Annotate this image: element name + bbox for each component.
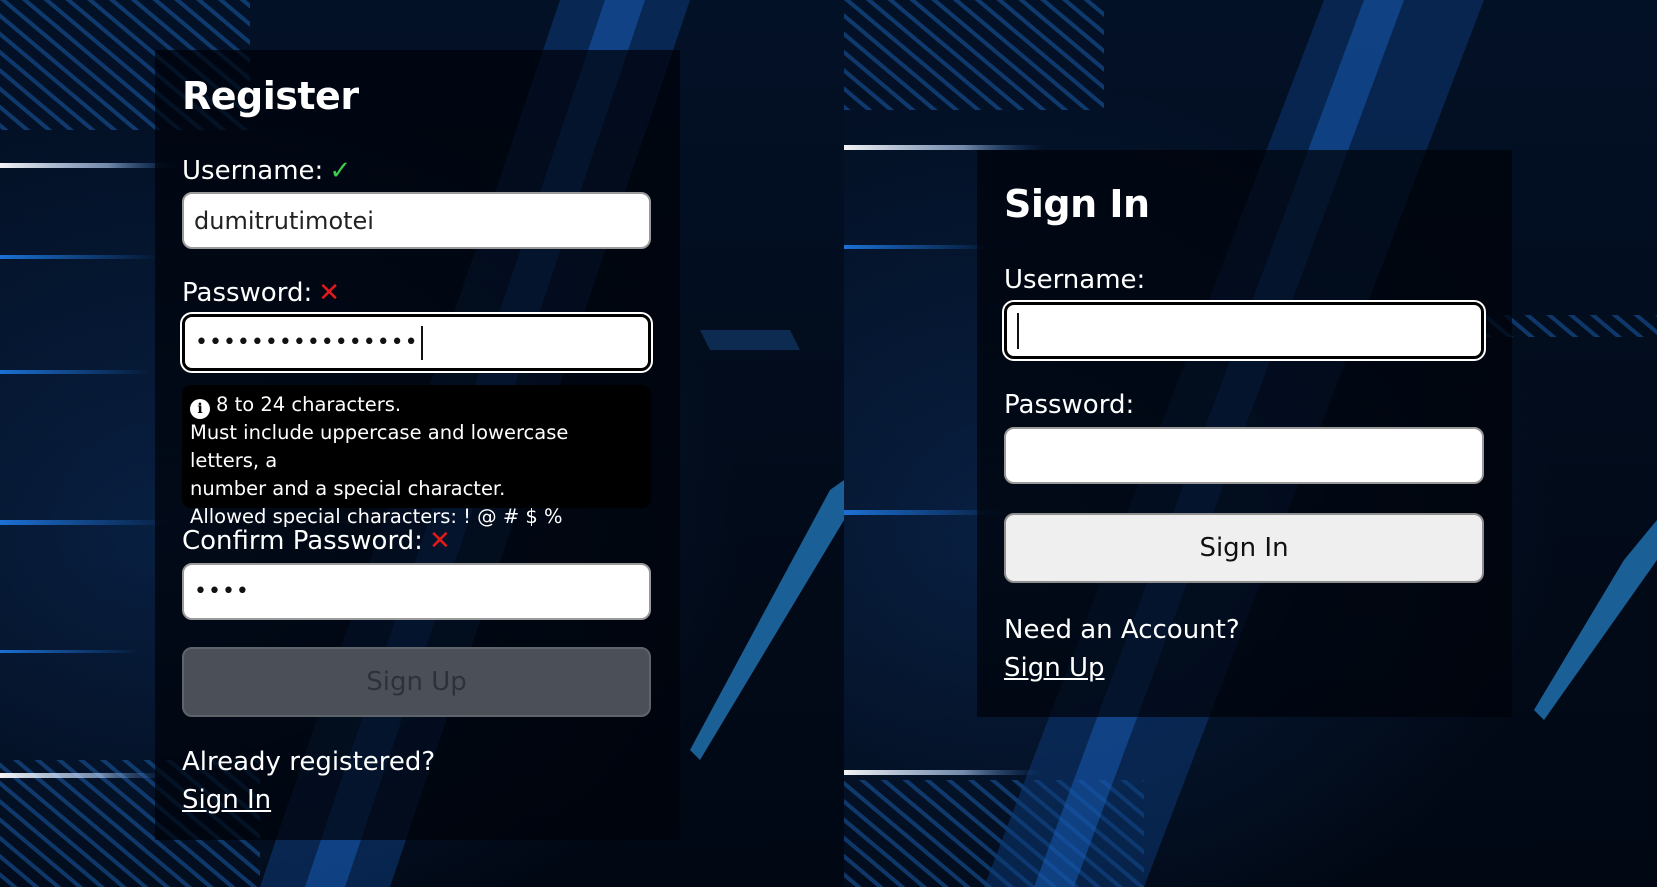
text-caret [420, 325, 423, 360]
username-label: Username: ✓ [182, 156, 351, 186]
password-requirements-note: i 8 to 24 characters. Must include upperc… [182, 385, 651, 528]
hint-line-1: 8 to 24 characters. [216, 393, 402, 416]
register-username-input[interactable]: dumitrutimotei [182, 192, 651, 249]
x-icon: ✕ [318, 278, 340, 308]
signin-password-input[interactable] [1004, 427, 1484, 484]
register-confirm-password-input[interactable]: •••• [182, 563, 651, 620]
hint-line-2: Must include uppercase and lowercase let… [190, 421, 569, 472]
username-label-text: Username: [182, 156, 324, 186]
sign-in-link[interactable]: Sign In [182, 785, 271, 815]
info-icon: i [190, 399, 210, 419]
check-icon: ✓ [329, 156, 352, 186]
register-password-value: •••••••••••••••• [195, 330, 419, 355]
signin-username-input[interactable] [1004, 302, 1484, 359]
sign-in-button[interactable]: Sign In [1004, 513, 1484, 583]
password-label-text: Password: [182, 278, 313, 308]
need-account-text: Need an Account? [1004, 615, 1240, 645]
signin-password-label: Password: [1004, 390, 1135, 420]
password-label: Password: ✕ [182, 278, 340, 308]
register-title: Register [182, 74, 359, 118]
signin-title: Sign In [1004, 182, 1150, 226]
register-confirm-password-value: •••• [194, 579, 250, 604]
signin-username-label: Username: [1004, 265, 1146, 295]
x-icon: ✕ [428, 526, 451, 556]
register-username-value: dumitrutimotei [194, 206, 374, 235]
hint-line-3: number and a special character. [190, 477, 506, 500]
sign-up-link[interactable]: Sign Up [1004, 653, 1105, 683]
register-password-input[interactable]: •••••••••••••••• [182, 314, 651, 371]
confirm-password-label: Confirm Password: ✕ [182, 526, 451, 556]
sign-up-button[interactable]: Sign Up [182, 647, 651, 717]
confirm-password-label-text: Confirm Password: [182, 526, 423, 556]
text-caret [1017, 312, 1019, 349]
already-registered-text: Already registered? [182, 747, 436, 777]
